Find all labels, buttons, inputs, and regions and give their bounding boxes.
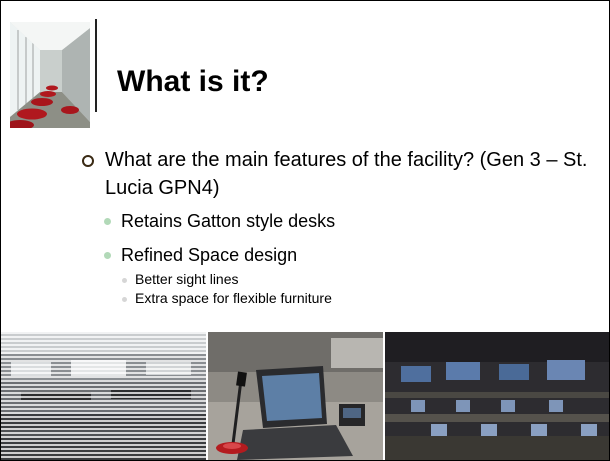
sub-item: Retains Gatton style desks [81, 206, 599, 236]
dot-bullet-icon [104, 252, 111, 259]
small-dot-bullet-icon [122, 297, 127, 302]
desk-microphone-laptop-photo [208, 332, 383, 460]
main-bullet-text: What are the main features of the facili… [105, 149, 588, 199]
ring-bullet-icon [82, 155, 94, 167]
sub-sub-item: Better sight lines [81, 270, 599, 289]
slide: What is it? What are the main features o… [0, 0, 610, 461]
dot-bullet-icon [104, 218, 111, 225]
main-bullet: What are the main features of the facili… [81, 146, 599, 202]
small-dot-bullet-icon [122, 278, 127, 283]
classroom-photo [1, 332, 206, 460]
sub-item: Refined Space design [81, 240, 599, 270]
sub-item-label: Retains Gatton style desks [121, 211, 336, 231]
slide-title: What is it? [117, 65, 269, 98]
sub-sub-item-label: Better sight lines [135, 271, 239, 287]
photo-strip [1, 332, 609, 460]
corridor-photo [10, 22, 90, 128]
computer-lab-photo [385, 332, 609, 460]
title-divider [95, 19, 97, 112]
sub-sub-item: Extra space for flexible furniture [81, 289, 599, 308]
sub-sub-item-label: Extra space for flexible furniture [135, 290, 332, 306]
sub-item-label: Refined Space design [121, 245, 298, 265]
slide-body: What are the main features of the facili… [81, 146, 599, 308]
